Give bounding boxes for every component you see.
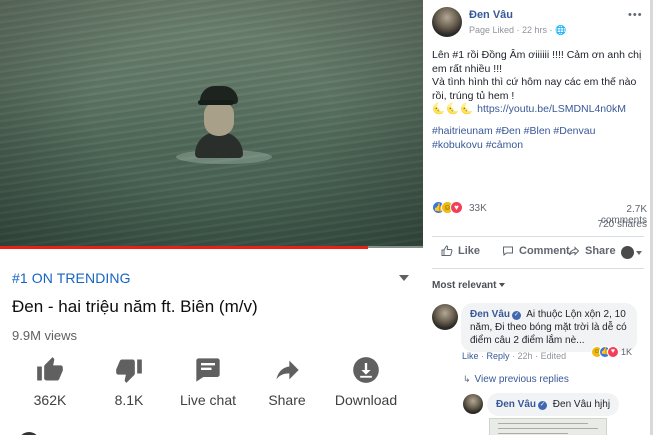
like-count: 362K xyxy=(33,392,67,408)
comment-author[interactable]: Đen Vâu xyxy=(470,309,510,320)
share-icon xyxy=(569,246,580,256)
divider xyxy=(432,268,644,269)
reaction-count[interactable]: 33K xyxy=(469,203,487,214)
share-label: Share xyxy=(268,392,306,408)
reply-text: Đen Vâu hjhj xyxy=(552,399,611,410)
reply-attached-image[interactable] xyxy=(489,418,607,435)
thumbs-down-icon xyxy=(116,359,142,383)
dislike-button[interactable]: 8.1K xyxy=(89,356,169,416)
comment-edited: Edited xyxy=(540,351,567,361)
post-link-line: 🌜🌜🌜 https://youtu.be/LSMDNL4n0kM xyxy=(432,103,644,117)
post-text: Lên #1 rồi Đồng Âm ơiiiiii !!!! Cảm ơn a… xyxy=(432,49,644,117)
youtube-panel: #1 ON TRENDING Đen - hai triệu năm ft. B… xyxy=(0,0,423,435)
reply-bubble: Đen Vâu ✓ Đen Vâu hjhj xyxy=(487,393,620,416)
download-label: Download xyxy=(334,392,398,408)
fb-like-button[interactable]: Like xyxy=(441,245,480,257)
fb-share-button[interactable]: Share xyxy=(568,245,616,257)
chevron-down-icon xyxy=(499,283,506,288)
live-chat-label: Live chat xyxy=(179,392,237,408)
view-count: 9.9M views xyxy=(12,328,78,343)
reply-avatar[interactable] xyxy=(463,394,483,414)
next-item-peek xyxy=(0,430,423,435)
dislike-count: 8.1K xyxy=(114,392,144,408)
page-avatar[interactable] xyxy=(432,7,462,37)
video-player[interactable] xyxy=(0,0,423,248)
moon-emoji: 🌜🌜🌜 xyxy=(432,103,475,115)
comment-reply-link[interactable]: Reply xyxy=(487,351,510,361)
download-icon xyxy=(353,357,379,383)
reply-author[interactable]: Đen Vâu xyxy=(496,399,536,410)
more-options-icon[interactable]: ••• xyxy=(628,9,643,21)
commenter-avatar[interactable] xyxy=(432,304,458,330)
share-button[interactable]: Share xyxy=(247,356,327,416)
like-button[interactable]: 362K xyxy=(10,356,90,416)
fb-comment-button[interactable]: Comment xyxy=(502,245,570,257)
trending-label[interactable]: #1 ON TRENDING xyxy=(12,270,131,286)
video-action-bar: 362K 8.1K Live chat Share Download xyxy=(12,356,412,416)
verified-badge-icon: ✓ xyxy=(538,401,548,410)
live-chat-icon xyxy=(196,358,220,382)
expand-description-icon[interactable] xyxy=(399,275,409,281)
live-chat-button[interactable]: Live chat xyxy=(168,356,248,416)
thumbs-up-icon xyxy=(37,357,63,381)
post-author[interactable]: Đen Vâu xyxy=(469,9,513,21)
comment-time[interactable]: 22h xyxy=(518,351,533,361)
download-button[interactable]: Download xyxy=(326,356,406,416)
thumbs-up-icon xyxy=(441,245,453,257)
comment-like-link[interactable]: Like xyxy=(462,351,479,361)
divider xyxy=(432,236,644,237)
shares-count[interactable]: 720 shares xyxy=(583,219,647,230)
verified-badge-icon: ✓ xyxy=(512,311,522,320)
post-meta-text: Page Liked · 22 hrs · xyxy=(469,25,553,35)
video-title: Đen - hai triệu năm ft. Biên (m/v) xyxy=(12,297,258,316)
post-text-line1: Lên #1 rồi Đồng Âm ơiiiiii !!!! Cảm ơn a… xyxy=(432,49,642,75)
post-as-selector[interactable] xyxy=(621,244,642,262)
comment-sort-label: Most relevant xyxy=(432,280,497,291)
facebook-panel: Đen Vâu Page Liked · 22 hrs · 🌐 ••• Lên … xyxy=(423,0,653,435)
comment-bubble: Đen Vâu ✓ Ai thuộc Lộn xộn 2, 10 năm, Đi … xyxy=(461,303,637,352)
comment-meta: Like · Reply · 22h · Edited xyxy=(462,351,567,361)
hashtags[interactable]: #haitrieunam #Đen #Blen #Denvau #kobukov… xyxy=(432,125,642,152)
post-text-line2: Và tình hình thì cứ hôm nay các em thế n… xyxy=(432,76,637,102)
fb-comment-label: Comment xyxy=(519,245,570,257)
love-reaction-icon: ♥ xyxy=(450,201,463,214)
fb-share-label: Share xyxy=(585,245,616,257)
globe-icon: 🌐 xyxy=(555,25,567,35)
avatar xyxy=(621,246,634,260)
reply-arrow-icon: ↳ xyxy=(463,374,471,384)
comment-icon xyxy=(503,246,513,257)
post-meta: Page Liked · 22 hrs · 🌐 xyxy=(469,25,566,36)
comment-reaction-count[interactable]: 1K xyxy=(621,347,632,357)
video-vignette xyxy=(0,0,423,248)
view-previous-label: View previous replies xyxy=(474,374,569,385)
youtube-link[interactable]: https://youtu.be/LSMDNL4n0kM xyxy=(477,103,626,115)
video-progress-fill xyxy=(0,246,368,249)
love-reaction-icon: ♥ xyxy=(607,346,619,358)
video-progress-bar[interactable] xyxy=(0,246,423,249)
fb-like-label: Like xyxy=(458,245,481,257)
view-previous-replies[interactable]: ↳ View previous replies xyxy=(463,374,569,385)
share-icon xyxy=(276,360,299,380)
chevron-down-icon xyxy=(636,250,642,255)
comment-sort-dropdown[interactable]: Most relevant xyxy=(432,280,506,291)
